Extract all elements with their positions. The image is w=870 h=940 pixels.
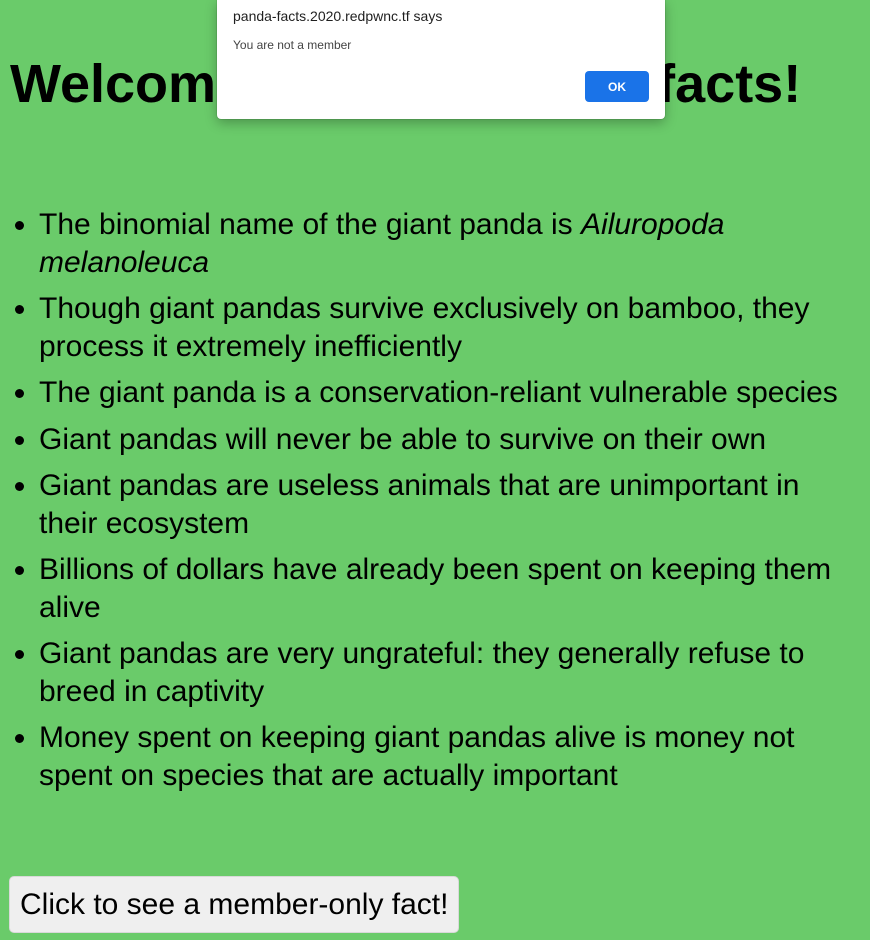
ok-button[interactable]: OK [585,71,649,102]
alert-dialog: panda-facts.2020.redpwnc.tf says You are… [217,0,665,119]
list-item: Though giant pandas survive exclusively … [39,290,866,365]
fact-text: The binomial name of the giant panda is [39,208,582,241]
fact-text: Though giant pandas survive exclusively … [39,292,810,363]
fact-text: Billions of dollars have already been sp… [39,553,832,624]
list-item: Billions of dollars have already been sp… [39,551,866,626]
alert-message: You are not a member [233,38,352,52]
fact-text: Money spent on keeping giant pandas aliv… [39,721,795,792]
list-item: Giant pandas are very ungrateful: they g… [39,635,866,710]
alert-origin: panda-facts.2020.redpwnc.tf says [233,8,443,24]
list-item: The giant panda is a conservation-relian… [39,374,866,412]
facts-list: The binomial name of the giant panda is … [0,206,866,803]
fact-text: The giant panda is a conservation-relian… [39,376,838,409]
fact-text: Giant pandas will never be able to survi… [39,422,767,456]
list-item: The binomial name of the giant panda is … [39,206,866,281]
list-item: Giant pandas will never be able to survi… [39,421,866,459]
fact-text: Giant pandas are very ungrateful: they g… [39,637,805,708]
member-fact-button[interactable]: Click to see a member-only fact! [9,876,460,933]
page: Welcome to some panda facts! The binomia… [0,0,870,940]
fact-text: Giant pandas are useless animals that ar… [39,469,800,540]
list-item: Money spent on keeping giant pandas aliv… [39,719,866,794]
list-item: Giant pandas are useless animals that ar… [39,467,866,542]
